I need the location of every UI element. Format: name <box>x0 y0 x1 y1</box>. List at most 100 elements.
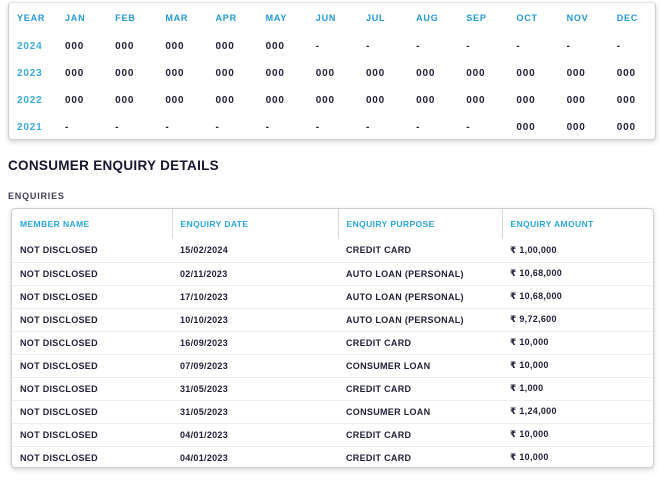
summary-month-value: 000 <box>254 33 304 60</box>
enquiry-date: 07/09/2023 <box>172 354 338 377</box>
summary-month-value: 000 <box>555 60 605 87</box>
summary-month-value: - <box>153 114 203 140</box>
enquiry-purpose: AUTO LOAN (PERSONAL) <box>338 262 502 285</box>
enquiry-amount: ₹ 10,68,000 <box>502 262 653 285</box>
summary-row-2024: 2024000000000000000------- <box>9 33 655 60</box>
enquiry-row: NOT DISCLOSED04/01/2023CREDIT CARD₹ 10,0… <box>12 446 653 468</box>
summary-year-label: 2022 <box>9 87 53 114</box>
summary-col-month-header: JAN <box>53 3 103 33</box>
summary-month-value: - <box>454 114 504 140</box>
enquiries-column-header: MEMBER NAME <box>12 209 172 239</box>
summary-year-label: 2024 <box>9 33 53 60</box>
enquiry-member-name: NOT DISCLOSED <box>12 377 172 400</box>
enquiry-member-name: NOT DISCLOSED <box>12 308 172 331</box>
enquiry-row: NOT DISCLOSED17/10/2023AUTO LOAN (PERSON… <box>12 285 653 308</box>
summary-month-value: - <box>304 114 354 140</box>
enquiry-purpose: CREDIT CARD <box>338 377 502 400</box>
summary-month-value: 000 <box>203 33 253 60</box>
summary-year-label: 2023 <box>9 60 53 87</box>
enquiries-card: MEMBER NAMEENQUIRY DATEENQUIRY PURPOSEEN… <box>11 208 654 468</box>
enquiry-amount: ₹ 1,24,000 <box>502 400 653 423</box>
enquiry-row: NOT DISCLOSED10/10/2023AUTO LOAN (PERSON… <box>12 308 653 331</box>
summary-col-month-header: JUL <box>354 3 404 33</box>
summary-month-value: 000 <box>504 60 554 87</box>
summary-month-value: 000 <box>53 33 103 60</box>
summary-row-2023: 2023000000000000000000000000000000000000 <box>9 60 655 87</box>
enquiries-section-label: ENQUIRIES <box>8 191 65 201</box>
monthly-summary-table: YEARJANFEBMARAPRMAYJUNJULAUGSEPOCTNOVDEC… <box>9 3 655 140</box>
enquiry-purpose: AUTO LOAN (PERSONAL) <box>338 308 502 331</box>
summary-month-value: 000 <box>53 87 103 114</box>
summary-month-value: - <box>354 33 404 60</box>
enquiry-row: NOT DISCLOSED07/09/2023CONSUMER LOAN₹ 10… <box>12 354 653 377</box>
summary-month-value: 000 <box>504 87 554 114</box>
enquiry-date: 15/02/2024 <box>172 239 338 262</box>
enquiries-header-row: MEMBER NAMEENQUIRY DATEENQUIRY PURPOSEEN… <box>12 209 653 239</box>
summary-col-month-header: APR <box>203 3 253 33</box>
enquiry-row: NOT DISCLOSED31/05/2023CREDIT CARD₹ 1,00… <box>12 377 653 400</box>
summary-month-value: - <box>404 114 454 140</box>
enquiry-date: 31/05/2023 <box>172 377 338 400</box>
summary-col-month-header: FEB <box>103 3 153 33</box>
summary-col-month-header: MAY <box>254 3 304 33</box>
summary-month-value: 000 <box>254 87 304 114</box>
summary-col-month-header: JUN <box>304 3 354 33</box>
summary-month-value: - <box>454 33 504 60</box>
enquiry-purpose: CONSUMER LOAN <box>338 400 502 423</box>
enquiry-row: NOT DISCLOSED15/02/2024CREDIT CARD₹ 1,00… <box>12 239 653 262</box>
enquiries-column-header: ENQUIRY AMOUNT <box>502 209 653 239</box>
summary-month-value: - <box>404 33 454 60</box>
summary-month-value: - <box>203 114 253 140</box>
monthly-summary-card: YEARJANFEBMARAPRMAYJUNJULAUGSEPOCTNOVDEC… <box>8 2 656 140</box>
summary-month-value: - <box>504 33 554 60</box>
summary-row-2021: 2021---------000000000 <box>9 114 655 140</box>
enquiries-column-header: ENQUIRY DATE <box>172 209 338 239</box>
enquiries-table: MEMBER NAMEENQUIRY DATEENQUIRY PURPOSEEN… <box>12 209 653 468</box>
enquiry-date: 16/09/2023 <box>172 331 338 354</box>
enquiry-member-name: NOT DISCLOSED <box>12 285 172 308</box>
summary-col-month-header: AUG <box>404 3 454 33</box>
summary-month-value: - <box>555 33 605 60</box>
summary-month-value: 000 <box>304 87 354 114</box>
enquiry-purpose: CONSUMER LOAN <box>338 354 502 377</box>
summary-col-month-header: DEC <box>605 3 655 33</box>
summary-month-value: 000 <box>153 60 203 87</box>
enquiries-column-header: ENQUIRY PURPOSE <box>338 209 502 239</box>
enquiry-date: 31/05/2023 <box>172 400 338 423</box>
enquiry-member-name: NOT DISCLOSED <box>12 239 172 262</box>
enquiry-amount: ₹ 9,72,600 <box>502 308 653 331</box>
summary-month-value: 000 <box>454 87 504 114</box>
enquiry-amount: ₹ 10,68,000 <box>502 285 653 308</box>
enquiry-amount: ₹ 1,00,000 <box>502 239 653 262</box>
summary-month-value: 000 <box>605 60 655 87</box>
enquiry-purpose: AUTO LOAN (PERSONAL) <box>338 285 502 308</box>
enquiry-amount: ₹ 1,000 <box>502 377 653 400</box>
enquiry-member-name: NOT DISCLOSED <box>12 423 172 446</box>
summary-header-row: YEARJANFEBMARAPRMAYJUNJULAUGSEPOCTNOVDEC <box>9 3 655 33</box>
enquiry-purpose: CREDIT CARD <box>338 423 502 446</box>
summary-month-value: - <box>53 114 103 140</box>
summary-month-value: 000 <box>103 60 153 87</box>
summary-col-month-header: MAR <box>153 3 203 33</box>
summary-col-month-header: OCT <box>504 3 554 33</box>
summary-col-month-header: SEP <box>454 3 504 33</box>
enquiry-row: NOT DISCLOSED16/09/2023CREDIT CARD₹ 10,0… <box>12 331 653 354</box>
summary-month-value: 000 <box>354 87 404 114</box>
enquiry-purpose: CREDIT CARD <box>338 239 502 262</box>
summary-month-value: 000 <box>555 114 605 140</box>
summary-row-2022: 2022000000000000000000000000000000000000 <box>9 87 655 114</box>
summary-month-value: 000 <box>555 87 605 114</box>
summary-month-value: 000 <box>53 60 103 87</box>
enquiry-amount: ₹ 10,000 <box>502 423 653 446</box>
summary-year-label: 2021 <box>9 114 53 140</box>
summary-month-value: 000 <box>153 87 203 114</box>
summary-col-month-header: NOV <box>555 3 605 33</box>
enquiry-member-name: NOT DISCLOSED <box>12 400 172 423</box>
enquiry-member-name: NOT DISCLOSED <box>12 331 172 354</box>
enquiry-member-name: NOT DISCLOSED <box>12 262 172 285</box>
enquiry-date: 17/10/2023 <box>172 285 338 308</box>
enquiry-date: 02/11/2023 <box>172 262 338 285</box>
enquiry-purpose: CREDIT CARD <box>338 446 502 468</box>
summary-month-value: 000 <box>103 87 153 114</box>
summary-month-value: 000 <box>504 114 554 140</box>
